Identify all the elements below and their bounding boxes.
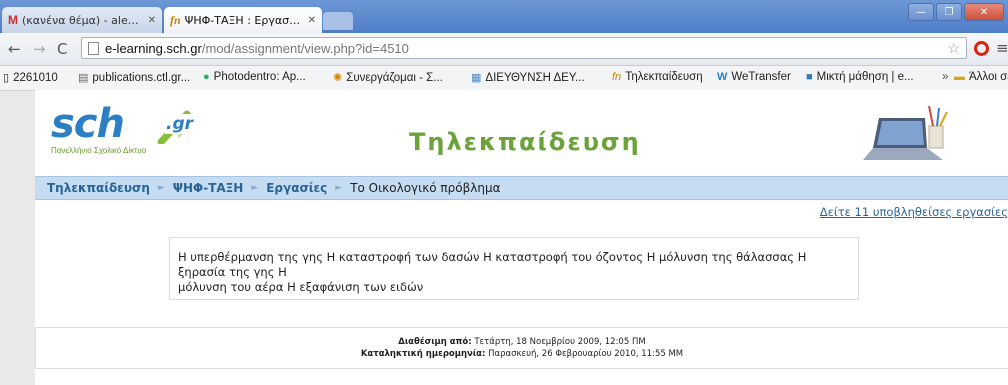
- moodle-page: sch .gr Πανελλήνιο Σχολικό Δίκτυο Τηλεκπ…: [35, 90, 1008, 385]
- browser-titlebar: M (κανένα θέμα) - alexgi ✕ fn ΨΗΦ-ΤΑΞΗ :…: [0, 0, 1008, 33]
- breadcrumb-course-link[interactable]: ΨΗΦ-ΤΑΞΗ: [173, 181, 244, 195]
- due-date: Καταληκτική ημερομηνία: Παρασκευή, 26 Φε…: [36, 348, 1008, 360]
- minimize-icon[interactable]: —: [908, 3, 934, 21]
- url-path: /mod/assignment/view.php?id=4510: [201, 40, 409, 56]
- sch-logo[interactable]: sch .gr Πανελλήνιο Σχολικό Δίκτυο: [51, 101, 195, 155]
- new-tab-button[interactable]: [323, 12, 353, 30]
- forward-arrow-icon[interactable]: →: [33, 40, 46, 58]
- breadcrumb-separator-icon: ►: [335, 183, 343, 193]
- bookmarks-bar: ▯ 2261010 ▤ publications.ctl.gr... ● Photod…: [0, 66, 1008, 91]
- bookmark-item[interactable]: ▯ 2261010: [3, 71, 58, 85]
- tab-assignment[interactable]: fn ΨΗΦ-ΤΑΞΗ : Εργασία: ✕: [164, 7, 322, 33]
- view-submissions-link[interactable]: Δείτε 11 υποβληθείσες εργασίες: [820, 205, 1008, 219]
- due-value: Παρασκευή, 26 Φεβρουαρίου 2010, 11:55 ΜΜ: [488, 349, 684, 359]
- bookmarks-overflow-button[interactable]: »: [942, 71, 948, 83]
- bookmark-item[interactable]: ▤ publications.ctl.gr...: [78, 71, 190, 85]
- tab-close-icon[interactable]: ✕: [308, 15, 316, 26]
- reload-icon[interactable]: C: [57, 40, 67, 58]
- back-arrow-icon[interactable]: ←: [8, 40, 21, 58]
- bookmark-item[interactable]: W WeTransfer: [717, 71, 791, 83]
- folder-icon: ▬: [954, 71, 965, 83]
- tab-close-icon[interactable]: ✕: [148, 15, 156, 26]
- bookmark-star-icon[interactable]: ☆: [947, 40, 960, 57]
- breadcrumb-current: Το Οικολογικό πρόβλημα: [350, 181, 501, 195]
- opera-icon[interactable]: [974, 41, 989, 56]
- swirl-icon: ✺: [333, 72, 343, 84]
- breadcrumb-separator-icon: ►: [157, 183, 165, 193]
- other-bookmarks-folder[interactable]: ▬Άλλοι σελιδοδείκτες: [954, 71, 1008, 83]
- logo-suffix: .gr: [165, 114, 195, 134]
- wetransfer-icon: W: [717, 71, 728, 83]
- gmail-icon: M: [8, 13, 18, 27]
- available-date: Διαθέσιμη από: Τετάρτη, 18 Νοεμβρίου 200…: [36, 336, 1008, 348]
- assignment-description: Η υπερθέρμανση της γης Η καταστροφή των …: [169, 237, 859, 300]
- breadcrumb: Τηλεκπαίδευση ► ΨΗΦ-ΤΑΞΗ ► Εργασίες ► Το…: [35, 176, 1008, 200]
- page-icon: ▯: [3, 72, 10, 84]
- assignment-dates: Διαθέσιμη από: Τετάρτη, 18 Νοεμβρίου 200…: [35, 327, 1008, 369]
- doc-icon: ▤: [78, 72, 89, 84]
- logo-text: sch: [51, 101, 125, 147]
- available-value: Τετάρτη, 18 Νοεμβρίου 2009, 12:05 ΠΜ: [474, 337, 646, 347]
- square-icon: ■: [806, 71, 813, 83]
- tab-gmail[interactable]: M (κανένα θέμα) - alexgi ✕: [2, 7, 162, 33]
- laptop-illustration-icon: [855, 104, 955, 164]
- bookmark-item[interactable]: ▦ ΔΙΕΥΘΥΝΣΗ ΔΕΥ...: [471, 71, 585, 85]
- site-header: sch .gr Πανελλήνιο Σχολικό Δίκτυο Τηλεκπ…: [35, 90, 1008, 174]
- maximize-icon[interactable]: ❐: [936, 3, 962, 21]
- description-line: Η υπερθέρμανση της γης Η καταστροφή των …: [178, 250, 807, 279]
- browser-toolbar: ← → C e-learning.sch.gr/mod/assignment/v…: [0, 33, 1008, 66]
- breadcrumb-home-link[interactable]: Τηλεκπαίδευση: [47, 181, 150, 195]
- moodle-icon: fn: [612, 71, 622, 83]
- bookmark-item[interactable]: fn Τηλεκπαίδευση: [612, 71, 703, 83]
- menu-icon[interactable]: ≡: [996, 39, 1008, 57]
- grid-icon: ▦: [471, 72, 482, 84]
- bookmark-item[interactable]: ■ Μικτή μάθηση | e...: [806, 71, 914, 83]
- available-label: Διαθέσιμη από:: [398, 337, 472, 347]
- description-line: μόλυνση του αέρα Η εξαφάνιση των ειδών: [178, 280, 424, 294]
- site-title: Τηλεκπαίδευση: [409, 128, 641, 156]
- bookmark-item[interactable]: ✺ Συνεργάζομαι - Σ...: [333, 71, 443, 85]
- logo-tagline: Πανελλήνιο Σχολικό Δίκτυο: [51, 146, 147, 155]
- window-close-icon[interactable]: ✕: [964, 3, 1004, 21]
- due-label: Καταληκτική ημερομηνία:: [360, 349, 486, 359]
- url-host: e-learning.sch.gr: [105, 40, 202, 56]
- globe-icon: ●: [203, 71, 210, 83]
- bookmark-item[interactable]: ● Photodentro: Ap...: [203, 71, 306, 83]
- logo-pen-icon: .gr: [157, 110, 195, 146]
- tab-title: (κανένα θέμα) - alexgi: [22, 13, 144, 27]
- breadcrumb-separator-icon: ►: [251, 183, 259, 193]
- address-bar[interactable]: e-learning.sch.gr/mod/assignment/view.ph…: [81, 37, 967, 59]
- breadcrumb-assignments-link[interactable]: Εργασίες: [266, 181, 327, 195]
- moodle-icon: fn: [170, 12, 181, 27]
- tab-title: ΨΗΦ-ΤΑΞΗ : Εργασία:: [184, 13, 304, 27]
- page-icon: [88, 41, 99, 55]
